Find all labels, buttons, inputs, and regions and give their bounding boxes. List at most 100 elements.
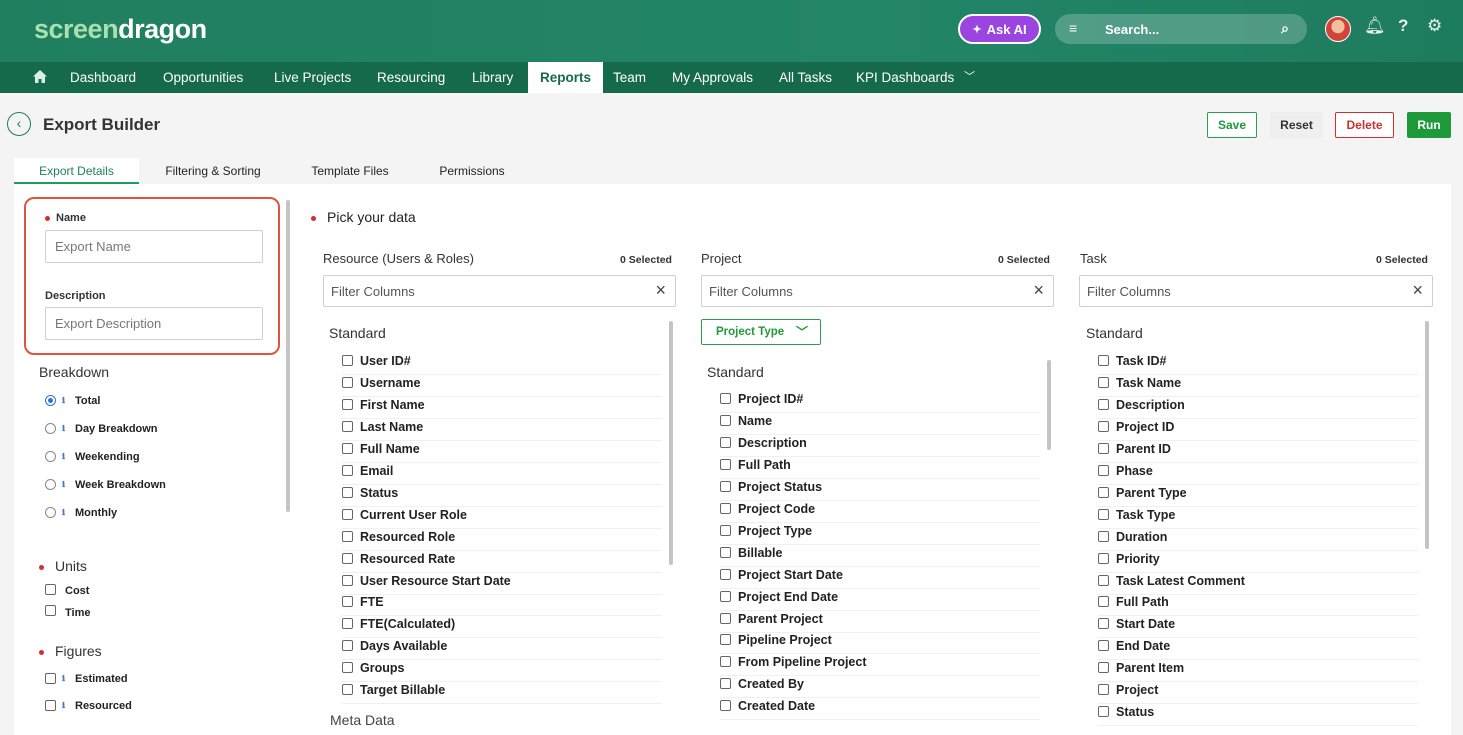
project-field-item[interactable]: From Pipeline Project: [720, 654, 1040, 677]
figures-estimated-checkbox[interactable]: [45, 673, 56, 684]
project-field-checkbox[interactable]: [720, 634, 731, 646]
task-field-checkbox[interactable]: [1098, 596, 1109, 608]
left-panel-scrollbar[interactable]: [286, 200, 290, 512]
task-filter-input[interactable]: Filter Columns ×: [1079, 275, 1433, 307]
project-field-checkbox[interactable]: [720, 678, 731, 690]
task-field-item[interactable]: Parent ID: [1098, 441, 1418, 463]
nav-kpi-dashboards[interactable]: KPI Dashboards: [856, 62, 954, 93]
project-field-item[interactable]: Name: [720, 413, 1040, 435]
info-icon[interactable]: ℹ: [62, 480, 65, 489]
info-icon[interactable]: ℹ: [62, 701, 65, 710]
task-field-checkbox[interactable]: [1098, 662, 1109, 674]
project-field-item[interactable]: Project Status: [720, 479, 1040, 501]
nav-my-approvals[interactable]: My Approvals: [672, 62, 753, 93]
task-field-item[interactable]: Project ID: [1098, 419, 1418, 441]
units-cost-checkbox[interactable]: [45, 584, 56, 595]
resource-field-item[interactable]: Status: [342, 485, 662, 507]
info-icon[interactable]: ℹ: [62, 452, 65, 461]
project-field-item[interactable]: Pipeline Project: [720, 632, 1040, 655]
resource-field-checkbox[interactable]: [342, 464, 353, 476]
task-field-checkbox[interactable]: [1098, 355, 1109, 366]
task-field-checkbox[interactable]: [1098, 420, 1109, 432]
nav-team[interactable]: Team: [613, 62, 646, 93]
task-field-item[interactable]: Task Type: [1098, 507, 1418, 529]
task-field-item[interactable]: Full Path: [1098, 594, 1418, 617]
resource-field-checkbox[interactable]: [342, 552, 353, 564]
search-icon[interactable]: ⌕: [1281, 20, 1289, 37]
task-field-item[interactable]: Task ID#: [1098, 353, 1418, 375]
task-field-item[interactable]: Parent Item: [1098, 660, 1418, 683]
task-field-item[interactable]: Task Latest Comment: [1098, 573, 1418, 595]
user-avatar[interactable]: [1325, 16, 1351, 42]
task-field-item[interactable]: Phase: [1098, 463, 1418, 485]
project-field-item[interactable]: Project ID#: [720, 391, 1040, 413]
nav-opportunities[interactable]: Opportunities: [163, 62, 243, 93]
project-field-item[interactable]: Billable: [720, 545, 1040, 567]
info-icon[interactable]: ℹ: [62, 508, 65, 517]
project-field-checkbox[interactable]: [720, 436, 731, 448]
task-field-checkbox[interactable]: [1098, 706, 1109, 718]
export-name-input[interactable]: Export Name: [45, 230, 263, 263]
tab-permissions[interactable]: Permissions: [430, 158, 514, 184]
export-description-input[interactable]: Export Description: [45, 307, 263, 340]
resource-field-checkbox[interactable]: [342, 684, 353, 696]
project-field-item[interactable]: Full Path: [720, 457, 1040, 479]
project-field-item[interactable]: Description: [720, 435, 1040, 457]
task-field-checkbox[interactable]: [1098, 684, 1109, 696]
breakdown-week-radio[interactable]: [45, 479, 56, 490]
project-field-checkbox[interactable]: [720, 480, 731, 492]
resource-field-item[interactable]: Groups: [342, 660, 662, 683]
tab-template-files[interactable]: Template Files: [300, 158, 400, 184]
project-column-scrollbar[interactable]: [1047, 360, 1051, 450]
project-field-item[interactable]: Project Type: [720, 523, 1040, 545]
breakdown-day-radio[interactable]: [45, 423, 56, 434]
resource-column-scrollbar[interactable]: [669, 321, 673, 565]
resource-field-checkbox[interactable]: [342, 508, 353, 520]
task-field-item[interactable]: Priority: [1098, 551, 1418, 573]
resource-field-item[interactable]: User ID#: [342, 353, 662, 375]
project-field-item[interactable]: Project Start Date: [720, 567, 1040, 589]
resource-field-item[interactable]: Full Name: [342, 441, 662, 463]
task-field-item[interactable]: Duration: [1098, 529, 1418, 551]
project-type-dropdown[interactable]: Project Type ﹀: [701, 319, 821, 345]
info-icon[interactable]: ℹ: [62, 396, 65, 405]
info-icon[interactable]: ℹ: [62, 424, 65, 433]
task-field-checkbox[interactable]: [1098, 618, 1109, 630]
project-field-checkbox[interactable]: [720, 590, 731, 602]
resource-field-checkbox[interactable]: [342, 640, 353, 652]
nav-reports[interactable]: Reports: [528, 62, 604, 93]
breakdown-monthly-radio[interactable]: [45, 507, 56, 518]
resource-field-checkbox[interactable]: [342, 442, 353, 454]
nav-library[interactable]: Library: [472, 62, 513, 93]
resource-field-item[interactable]: Resourced Role: [342, 529, 662, 551]
resource-field-item[interactable]: FTE: [342, 594, 662, 617]
project-field-checkbox[interactable]: [720, 700, 731, 712]
info-icon[interactable]: ℹ: [62, 674, 65, 683]
task-field-checkbox[interactable]: [1098, 398, 1109, 410]
resource-filter-input[interactable]: Filter Columns ×: [323, 275, 676, 307]
project-field-item[interactable]: Project End Date: [720, 589, 1040, 611]
tab-filtering-sorting[interactable]: Filtering & Sorting: [150, 158, 276, 184]
project-field-checkbox[interactable]: [720, 546, 731, 558]
resource-field-checkbox[interactable]: [342, 596, 353, 608]
task-field-item[interactable]: Parent Type: [1098, 485, 1418, 507]
project-field-item[interactable]: Parent Project: [720, 611, 1040, 633]
nav-dashboard[interactable]: Dashboard: [70, 62, 136, 93]
breakdown-weekending-radio[interactable]: [45, 451, 56, 462]
task-field-checkbox[interactable]: [1098, 640, 1109, 652]
project-field-checkbox[interactable]: [720, 656, 731, 668]
task-field-item[interactable]: Description: [1098, 397, 1418, 419]
project-field-checkbox[interactable]: [720, 458, 731, 470]
delete-button[interactable]: Delete: [1335, 112, 1394, 138]
task-column-scrollbar[interactable]: [1425, 321, 1429, 549]
resource-field-checkbox[interactable]: [342, 376, 353, 388]
reset-button[interactable]: Reset: [1270, 112, 1323, 138]
breakdown-total-radio[interactable]: [45, 395, 56, 406]
tab-export-details[interactable]: Export Details: [14, 158, 139, 184]
resource-field-checkbox[interactable]: [342, 530, 353, 542]
chevron-down-icon[interactable]: ﹀: [964, 62, 975, 93]
resource-field-item[interactable]: Resourced Rate: [342, 551, 662, 573]
home-icon[interactable]: [31, 68, 49, 86]
resource-field-item[interactable]: Current User Role: [342, 507, 662, 529]
resource-field-checkbox[interactable]: [342, 355, 353, 366]
